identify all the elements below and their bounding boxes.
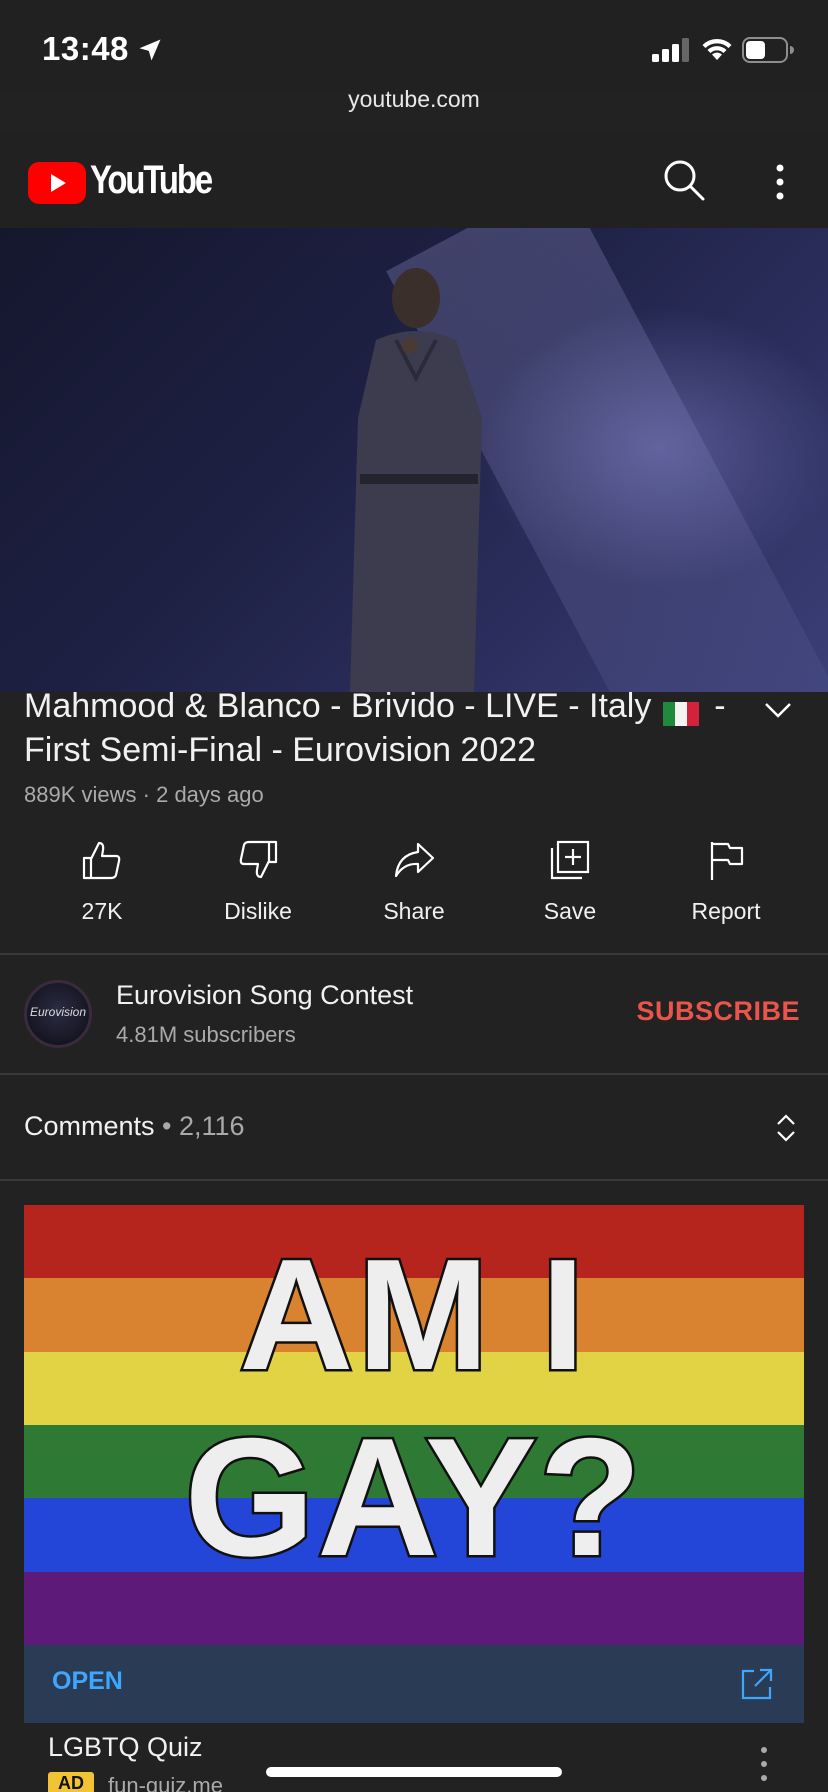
more-options-icon[interactable] [766,160,794,204]
expand-collapse-icon[interactable] [774,1110,798,1146]
external-link-icon[interactable] [740,1667,774,1701]
ad-title[interactable]: LGBTQ Quiz [48,1732,203,1763]
meta-separator: · [142,782,150,807]
video-title[interactable]: Mahmood & Blanco - Brivido - LIVE - Ital… [24,684,744,772]
channel-name[interactable]: Eurovision Song Contest [116,980,413,1011]
status-bar: 13:48 youtube.com [0,0,828,112]
ad-image-text-line1: AM I [237,1225,589,1406]
ad-image[interactable]: AM I GAY? [24,1205,804,1645]
location-arrow-icon [139,39,161,61]
wifi-icon [702,38,732,60]
youtube-header: YouTube [0,132,828,228]
more-options-icon[interactable] [756,1744,772,1786]
cellular-signal-icon [652,38,689,62]
battery-icon [742,37,794,63]
action-bar: 27K Dislike Share Save Report [24,838,804,938]
channel-avatar[interactable]: Eurovision [24,980,92,1048]
video-meta: 889K views · 2 days ago [24,782,264,808]
subscribe-button[interactable]: SUBSCRIBE [636,996,800,1027]
add-to-playlist-icon [550,840,590,880]
report-label: Report [691,898,761,924]
ad-open-button[interactable]: OPEN [52,1667,123,1696]
like-count: 27K [81,898,123,924]
ad-badge: AD [48,1772,94,1792]
ad-domain: fun-quiz.me [108,1773,223,1792]
browser-url[interactable]: youtube.com [0,86,828,113]
status-time: 13:48 [42,30,129,67]
italy-flag-icon [662,693,699,727]
upload-age: 2 days ago [156,782,264,807]
search-icon[interactable] [662,158,706,202]
subscriber-count: 4.81M subscribers [116,1022,296,1047]
report-button[interactable]: Report [648,838,804,938]
youtube-logo-text[interactable]: YouTube [90,158,213,203]
comments-label: Comments [24,1111,155,1141]
avatar-logo-text: Eurovision [29,1005,87,1019]
youtube-logo-icon[interactable] [28,162,86,204]
view-count: 889K views [24,782,137,807]
ad-image-text-line2: GAY? [182,1401,644,1594]
chevron-down-icon[interactable] [762,700,794,720]
divider [0,1179,828,1181]
home-indicator[interactable] [266,1767,562,1777]
ad-open-bar[interactable]: OPEN [24,1645,804,1723]
comments-header[interactable]: Comments • 2,116 [24,1111,245,1142]
comments-count: • 2,116 [162,1111,245,1141]
share-button[interactable]: Share [336,838,492,938]
share-label: Share [383,898,445,924]
save-button[interactable]: Save [492,838,648,938]
video-player[interactable] [0,228,828,692]
like-button[interactable]: 27K [24,838,180,938]
thumbs-down-icon [239,840,278,879]
share-icon [394,842,435,878]
divider [0,1073,828,1075]
performer-silhouette [350,268,482,692]
save-label: Save [543,898,597,924]
dislike-label: Dislike [224,898,292,924]
dislike-button[interactable]: Dislike [180,838,336,938]
video-title-text: Mahmood & Blanco - Brivido - LIVE - Ital… [24,687,652,725]
divider [0,953,828,955]
flag-icon [710,842,744,880]
thumbs-up-icon [82,841,121,880]
